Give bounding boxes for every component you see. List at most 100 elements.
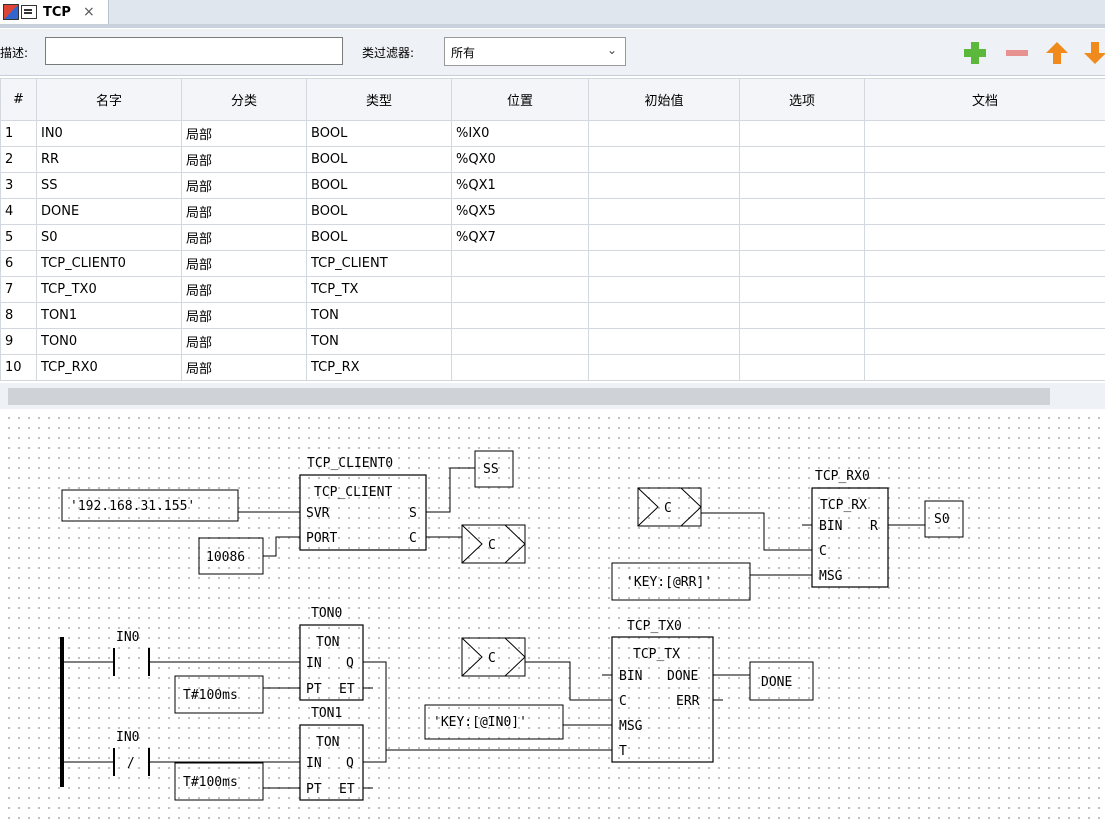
variable-initial-value[interactable] <box>588 250 740 277</box>
variable-option[interactable] <box>739 250 865 277</box>
variable-initial-value[interactable] <box>588 354 740 381</box>
horizontal-scrollbar[interactable] <box>0 383 1105 409</box>
row-number[interactable]: 6 <box>0 250 37 277</box>
variable-type[interactable]: TON <box>306 328 452 355</box>
variable-documentation[interactable] <box>864 198 1105 225</box>
connector-c-rx[interactable]: C <box>637 487 702 527</box>
variable-name[interactable]: TCP_CLIENT0 <box>36 250 182 277</box>
variable-initial-value[interactable] <box>588 146 740 173</box>
column-header-option[interactable]: 选项 <box>739 78 865 121</box>
variable-option[interactable] <box>739 146 865 173</box>
tcp-rx-block[interactable]: TCP_RX0 TCP_RX BIN C MSG R <box>811 469 889 588</box>
column-header-type[interactable]: 类型 <box>306 78 452 121</box>
variable-type[interactable]: BOOL <box>306 146 452 173</box>
variable-class[interactable]: 局部 <box>181 328 307 355</box>
variable-location[interactable]: %QX7 <box>451 224 589 251</box>
variable-location[interactable]: %QX5 <box>451 198 589 225</box>
variable-initial-value[interactable] <box>588 302 740 329</box>
column-header-location[interactable]: 位置 <box>451 78 589 121</box>
variable-class[interactable]: 局部 <box>181 120 307 147</box>
row-number[interactable]: 4 <box>0 198 37 225</box>
variable-documentation[interactable] <box>864 328 1105 355</box>
variable-type[interactable]: TCP_CLIENT <box>306 250 452 277</box>
connector-c-tx[interactable]: C <box>461 637 526 677</box>
port-constant[interactable]: 10086 <box>198 537 264 575</box>
contact-in0[interactable]: IN0 <box>113 630 150 676</box>
column-header-name[interactable]: 名字 <box>36 78 182 121</box>
variable-type[interactable]: BOOL <box>306 224 452 251</box>
variable-class[interactable]: 局部 <box>181 172 307 199</box>
table-row[interactable]: 5 S0 局部 BOOL %QX7 <box>0 224 1105 251</box>
variable-documentation[interactable] <box>864 354 1105 381</box>
ss-variable[interactable]: SS <box>474 450 514 488</box>
variable-initial-value[interactable] <box>588 120 740 147</box>
tcp-tx-block[interactable]: TCP_TX0 TCP_TX BIN C MSG T DONE ERR <box>611 619 714 763</box>
row-number[interactable]: 9 <box>0 328 37 355</box>
variable-type[interactable]: BOOL <box>306 120 452 147</box>
tab-tcp[interactable]: TCP × <box>0 0 109 24</box>
variable-class[interactable]: 局部 <box>181 198 307 225</box>
scrollbar-thumb[interactable] <box>8 388 1050 405</box>
variable-name[interactable]: DONE <box>36 198 182 225</box>
variable-type[interactable]: TCP_TX <box>306 276 452 303</box>
variable-option[interactable] <box>739 120 865 147</box>
variable-initial-value[interactable] <box>588 224 740 251</box>
variable-class[interactable]: 局部 <box>181 276 307 303</box>
ton1-pt-constant[interactable]: T#100ms <box>174 762 264 801</box>
variable-option[interactable] <box>739 172 865 199</box>
contact-in0-negated[interactable]: IN0 / <box>113 730 150 776</box>
variable-option[interactable] <box>739 302 865 329</box>
variable-documentation[interactable] <box>864 276 1105 303</box>
done-variable[interactable]: DONE <box>749 661 814 701</box>
variable-class[interactable]: 局部 <box>181 224 307 251</box>
ton1-block[interactable]: TON1 TON IN PT Q ET <box>299 706 364 801</box>
variable-initial-value[interactable] <box>588 198 740 225</box>
row-number[interactable]: 1 <box>0 120 37 147</box>
tcp-client-block[interactable]: TCP_CLIENT0 TCP_CLIENT SVR PORT S C <box>299 456 427 551</box>
tx-msg-constant[interactable]: 'KEY:[@IN0]' <box>424 704 564 740</box>
ton0-pt-constant[interactable]: T#100ms <box>174 675 264 714</box>
description-input[interactable] <box>45 37 343 65</box>
row-number[interactable]: 10 <box>0 354 37 381</box>
variable-name[interactable]: S0 <box>36 224 182 251</box>
variable-location[interactable] <box>451 328 589 355</box>
remove-variable-button[interactable] <box>1004 40 1030 66</box>
column-header-initial-value[interactable]: 初始值 <box>588 78 740 121</box>
variable-name[interactable]: SS <box>36 172 182 199</box>
column-header-number[interactable]: # <box>0 78 37 121</box>
variable-name[interactable]: RR <box>36 146 182 173</box>
variable-name[interactable]: TON1 <box>36 302 182 329</box>
variable-name[interactable]: IN0 <box>36 120 182 147</box>
row-number[interactable]: 3 <box>0 172 37 199</box>
table-row[interactable]: 7 TCP_TX0 局部 TCP_TX <box>0 276 1105 303</box>
variable-class[interactable]: 局部 <box>181 302 307 329</box>
table-row[interactable]: 8 TON1 局部 TON <box>0 302 1105 329</box>
variable-location[interactable] <box>451 354 589 381</box>
variable-location[interactable] <box>451 302 589 329</box>
variable-location[interactable]: %IX0 <box>451 120 589 147</box>
close-icon[interactable]: × <box>83 4 95 20</box>
variable-documentation[interactable] <box>864 224 1105 251</box>
ip-address-constant[interactable]: '192.168.31.155' <box>61 489 239 522</box>
variable-name[interactable]: TCP_RX0 <box>36 354 182 381</box>
variable-class[interactable]: 局部 <box>181 250 307 277</box>
connector-c-out[interactable]: C <box>461 524 526 564</box>
variable-initial-value[interactable] <box>588 328 740 355</box>
add-variable-button[interactable] <box>962 40 988 66</box>
variable-option[interactable] <box>739 276 865 303</box>
table-row[interactable]: 3 SS 局部 BOOL %QX1 <box>0 172 1105 199</box>
variable-class[interactable]: 局部 <box>181 354 307 381</box>
table-row[interactable]: 1 IN0 局部 BOOL %IX0 <box>0 120 1105 147</box>
table-row[interactable]: 4 DONE 局部 BOOL %QX5 <box>0 198 1105 225</box>
ton0-block[interactable]: TON0 TON IN PT Q ET <box>299 606 364 701</box>
variable-type[interactable]: BOOL <box>306 172 452 199</box>
variable-initial-value[interactable] <box>588 172 740 199</box>
variable-type[interactable]: BOOL <box>306 198 452 225</box>
variable-option[interactable] <box>739 224 865 251</box>
variable-location[interactable]: %QX1 <box>451 172 589 199</box>
column-header-class[interactable]: 分类 <box>181 78 307 121</box>
table-row[interactable]: 9 TON0 局部 TON <box>0 328 1105 355</box>
move-up-button[interactable] <box>1044 40 1070 66</box>
row-number[interactable]: 2 <box>0 146 37 173</box>
variable-name[interactable]: TON0 <box>36 328 182 355</box>
